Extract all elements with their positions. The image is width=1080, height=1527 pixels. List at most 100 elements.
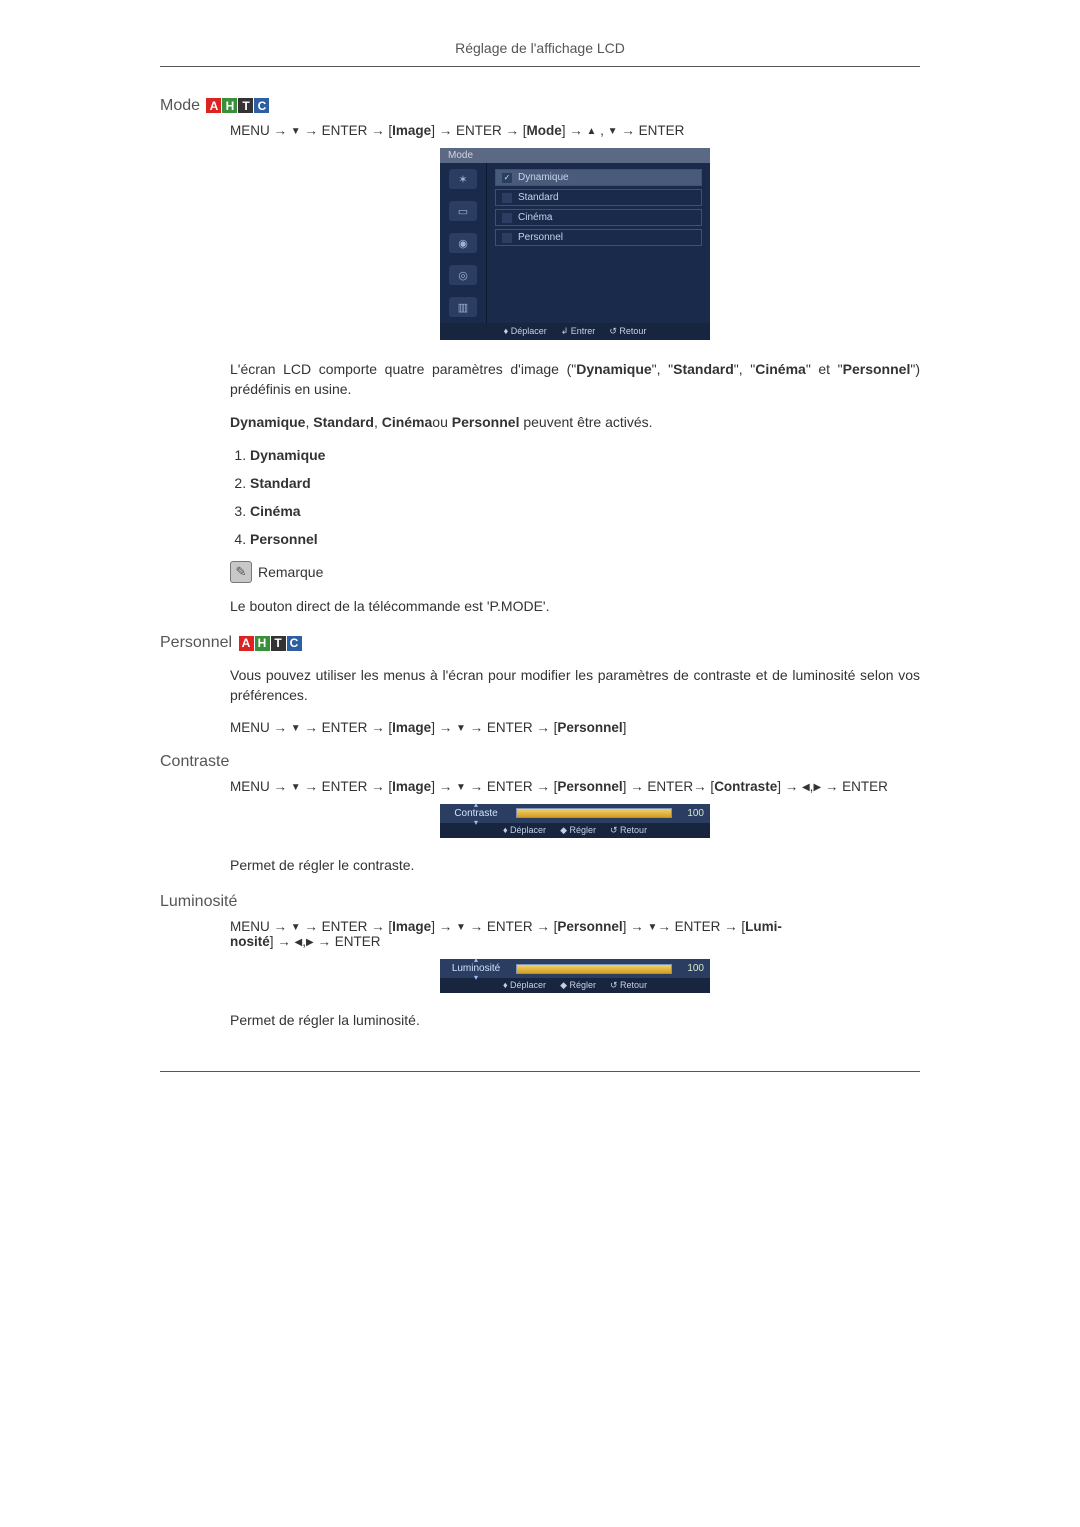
nav-personnel: Personnel xyxy=(557,720,622,735)
luminosite-desc: Permet de régler la luminosité. xyxy=(230,1011,920,1031)
osd-titlebar: Mode xyxy=(440,148,710,163)
nav-contraste: Contraste xyxy=(714,779,777,794)
badge-h: H xyxy=(222,98,237,113)
footer-adjust: ◆ Régler xyxy=(560,980,596,991)
nav-image: Image xyxy=(392,720,431,735)
nav-text: ] → xyxy=(562,123,587,138)
nav-text: → ENTER → [ xyxy=(466,919,558,934)
footer-rule xyxy=(160,1071,920,1072)
multi-icon[interactable]: ▥ xyxy=(449,297,477,317)
check-icon xyxy=(502,233,512,243)
mode-para1: L'écran LCD comporte quatre paramètres d… xyxy=(230,360,920,399)
nav-image: Image xyxy=(392,779,431,794)
slider-bar-wrap: 100 xyxy=(516,963,704,974)
nav-text: MENU → xyxy=(230,919,291,934)
note-label: Remarque xyxy=(258,564,323,580)
input-icon[interactable]: ▭ xyxy=(449,201,477,221)
nav-text: ] → xyxy=(431,919,456,934)
nav-text: ] → xyxy=(431,779,456,794)
mode-item-standard[interactable]: Standard xyxy=(495,189,702,206)
footer-label: Retour xyxy=(620,825,647,835)
badge-a: A xyxy=(206,98,221,113)
nav-text: → ENTER → [ xyxy=(657,919,745,934)
badge-c: C xyxy=(254,98,269,113)
osd-footer-return: ↺ Retour xyxy=(609,326,646,337)
badge-h: H xyxy=(255,636,270,651)
section-title-contraste: Contraste xyxy=(160,753,920,771)
note-row: ✎ Remarque xyxy=(230,561,920,583)
down-arrow-icon: ▼ xyxy=(456,922,466,933)
nav-text: ] → xyxy=(777,779,802,794)
right-arrow-icon: ▶ xyxy=(306,937,314,948)
section-title-luminosite: Luminosité xyxy=(160,893,920,911)
text-bold: Dynamique xyxy=(576,361,651,377)
setup-icon[interactable]: ◎ xyxy=(449,265,477,285)
mode-item-label: Dynamique xyxy=(518,172,569,183)
down-arrow-icon: ▼ xyxy=(456,782,466,793)
text-bold: Personnel xyxy=(843,361,911,377)
nav-text: ] xyxy=(623,720,627,735)
text-bold: Personnel xyxy=(452,414,520,430)
slider-value: 100 xyxy=(678,808,704,819)
nav-personnel: Personnel xyxy=(557,779,622,794)
section-title-personnel: Personnel A H T C xyxy=(160,634,920,652)
osd-mode-menu: Mode ✶ ▭ ◉ ◎ ▥ ✓ Dynamique Standar xyxy=(440,148,710,340)
osd-slider-footer: ♦ Déplacer ◆ Régler ↺ Retour xyxy=(440,978,710,993)
left-arrow-icon: ◀ xyxy=(802,782,810,793)
sound-icon[interactable]: ◉ xyxy=(449,233,477,253)
footer-label: Régler xyxy=(569,980,596,990)
list-item: Personnel xyxy=(250,531,920,547)
badge-c: C xyxy=(287,636,302,651)
right-arrow-icon: ▶ xyxy=(813,782,821,793)
nav-luminosite: Lumi- xyxy=(745,919,782,934)
text-bold: Standard xyxy=(673,361,734,377)
nav-text: ] → xyxy=(270,934,295,949)
osd-footer-move: ♦ Déplacer xyxy=(504,326,547,337)
note-text: Le bouton direct de la télécommande est … xyxy=(230,597,920,617)
slider-bar[interactable] xyxy=(516,808,672,818)
text: ou xyxy=(432,414,451,430)
nav-text: → ENTER → [ xyxy=(301,919,393,934)
osd-footer-enter: ↲ Entrer xyxy=(561,326,596,337)
list-item-label: Standard xyxy=(250,475,311,491)
text: , xyxy=(374,414,382,430)
list-item: Cinéma xyxy=(250,503,920,519)
footer-return: ↺ Retour xyxy=(610,825,647,836)
mode-item-cinema[interactable]: Cinéma xyxy=(495,209,702,226)
mode-item-personnel[interactable]: Personnel xyxy=(495,229,702,246)
footer-label: Déplacer xyxy=(510,980,546,990)
nav-text: → ENTER xyxy=(618,123,685,138)
check-icon xyxy=(502,193,512,203)
nav-text: MENU → xyxy=(230,720,291,735)
check-icon xyxy=(502,213,512,223)
check-icon: ✓ xyxy=(502,173,512,183)
picture-icon[interactable]: ✶ xyxy=(449,169,477,189)
nav-personnel: Personnel xyxy=(557,919,622,934)
text: " et " xyxy=(806,361,843,377)
text: ", " xyxy=(734,361,755,377)
personnel-nav-path: MENU → ▼ → ENTER → [Image] → ▼ → ENTER →… xyxy=(230,720,920,735)
mode-item-label: Cinéma xyxy=(518,212,552,223)
nav-text: ] → xyxy=(431,720,456,735)
slider-label: Luminosité xyxy=(446,963,506,974)
nav-text: ] → ENTER→ [ xyxy=(623,779,715,794)
slider-label: Contraste xyxy=(446,808,506,819)
text: ", " xyxy=(652,361,673,377)
mode-item-dynamique[interactable]: ✓ Dynamique xyxy=(495,169,702,186)
slider-bar[interactable] xyxy=(516,964,672,974)
osd-mode-list: ✓ Dynamique Standard Cinéma Personnel xyxy=(487,163,710,323)
text-bold: Standard xyxy=(313,414,374,430)
down-arrow-icon: ▼ xyxy=(291,723,301,734)
list-item-label: Dynamique xyxy=(250,447,325,463)
text: L'écran LCD comporte quatre paramètres d… xyxy=(230,361,576,377)
personnel-badges: A H T C xyxy=(239,636,302,651)
text-bold: Cinéma xyxy=(755,361,806,377)
text-bold: Cinéma xyxy=(382,414,433,430)
header-rule xyxy=(160,66,920,67)
slider-value: 100 xyxy=(678,963,704,974)
luminosite-nav-path: MENU → ▼ → ENTER → [Image] → ▼ → ENTER →… xyxy=(230,919,920,949)
osd-luminosite: Luminosité 100 ♦ Déplacer ◆ Régler ↺ Ret… xyxy=(440,959,710,993)
footer-label: Régler xyxy=(569,825,596,835)
mode-item-label: Standard xyxy=(518,192,559,203)
down-arrow-icon: ▼ xyxy=(608,126,618,137)
